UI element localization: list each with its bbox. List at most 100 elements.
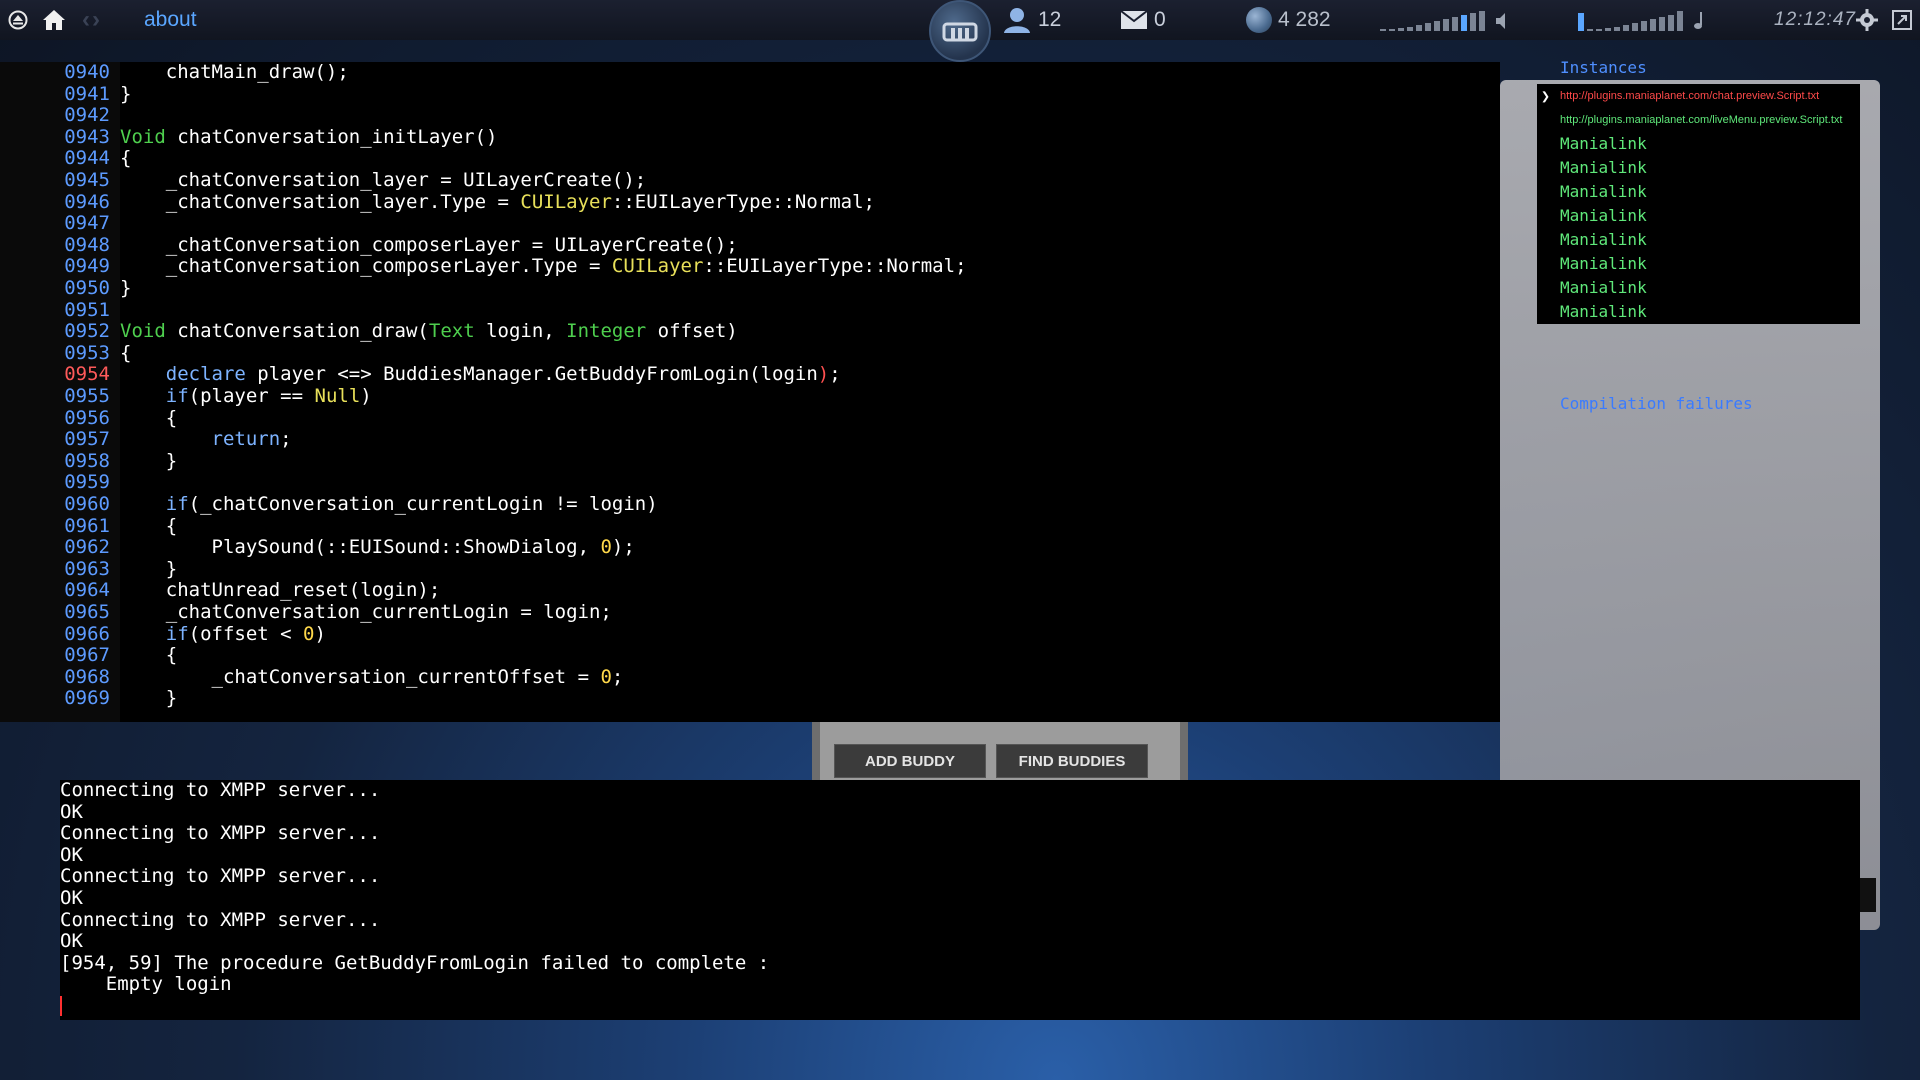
code-line[interactable]: 0968 _chatConversation_currentOffset = 0… [0,665,624,689]
code-line[interactable]: 0944 { [0,148,131,170]
keyword: if [165,385,189,407]
code-line[interactable]: 0954 declare player <=> BuddiesManager.G… [0,363,841,386]
code-line[interactable]: 0945 _chatConversation_layer = UILayerCr… [0,169,647,192]
code-token: } [120,82,132,105]
code-line[interactable]: 0960 if(_chatConversation_currentLogin !… [0,493,658,516]
line-number: 0952 [64,320,110,343]
planets-counter[interactable]: 4 282 [1246,0,1331,40]
code-token: _chatConversation_layer = UILayerCreate(… [120,169,647,191]
fullscreen-icon[interactable] [1892,0,1914,40]
add-buddy-button[interactable]: ADD BUDDY [834,744,986,778]
code-line[interactable]: 0961 { [0,515,177,538]
code-token: offset) [646,320,738,343]
console-line: OK [60,887,83,909]
code-line[interactable]: 0951 [0,299,120,322]
type-name: CUILayer [520,190,612,213]
line-number: 0957 [64,428,110,451]
instance-item[interactable]: ❯ http://plugins.maniaplanet.com/chat.pre… [1537,84,1860,108]
code-token: ; [611,665,624,688]
instance-item[interactable]: Manialink [1537,180,1860,204]
code-line[interactable]: 0947 [0,213,120,235]
gear-icon[interactable] [1856,0,1880,40]
code-line[interactable]: 0953 { [0,341,132,365]
code-line[interactable]: 0943 Void chatConversation_initLayer() [0,125,497,149]
instance-item[interactable]: http://plugins.maniaplanet.com/liveMenu.… [1537,108,1860,132]
code-line[interactable]: 0941} [0,82,131,106]
planet-icon [1246,7,1272,33]
code-line[interactable]: 0940 chatMain_draw(); [0,61,349,84]
instance-item[interactable]: Manialink [1537,300,1860,324]
code-token: { [120,341,132,364]
code-line[interactable]: 0942 [0,105,120,127]
maniaplanet-logo[interactable] [928,0,992,62]
back-forward-arrows[interactable]: ‹ › [82,0,102,40]
code-text: chatMain_draw(); [120,61,349,83]
code-line[interactable]: 0967 { [0,644,177,667]
buddies-counter[interactable]: 12 [1002,0,1061,40]
music-volume-icon[interactable] [1692,11,1708,31]
code-line[interactable]: 0955 if(player == Null) [0,385,371,408]
line-number: 0943 [64,125,110,148]
code-line[interactable]: 0948 _chatConversation_composerLayer = U… [0,233,738,257]
music-volume-slider[interactable] [1578,0,1708,40]
code-text: } [120,687,177,710]
instance-item[interactable]: Manialink [1537,228,1860,252]
code-line[interactable]: 0946 _chatConversation_layer.Type = CUIL… [0,190,875,214]
instance-label: http://plugins.maniaplanet.com/chat.prev… [1560,90,1820,102]
line-number: 0960 [64,493,110,515]
instance-item[interactable]: Manialink [1537,132,1860,156]
instance-item[interactable]: Manialink [1537,204,1860,228]
code-line[interactable]: 0956 { [0,407,177,430]
instances-list[interactable]: ❯ http://plugins.maniaplanet.com/chat.pre… [1537,84,1860,324]
keyword: return [211,428,281,451]
line-number: 0941 [64,82,110,105]
mail-counter[interactable]: 0 [1120,0,1166,40]
keyword: if [165,493,189,515]
code-text: } [120,83,131,105]
eject-icon[interactable] [8,0,30,40]
code-text: declare player <=> BuddiesManager.GetBud… [120,363,841,386]
script-editor[interactable]: 0940 chatMain_draw(); 0941} 0942 0943 Void c… [0,61,1500,722]
page-title[interactable]: about [144,0,197,40]
instance-label: Manialink [1560,254,1647,273]
code-line[interactable]: 0958 } [0,450,177,473]
code-line[interactable]: 0964 chatUnread_reset(login); [0,580,440,602]
code-line[interactable]: 0966 if(offset < 0) [0,623,326,646]
code-token: (_chatConversation_currentLogin != login… [188,493,658,515]
find-buddies-button[interactable]: FIND BUDDIES [996,744,1148,778]
line-number: 0950 [64,277,110,299]
keyword: Integer [566,320,647,343]
clock: 12:12:47 [1774,9,1856,30]
instance-label: Manialink [1560,134,1647,153]
instance-item[interactable]: Manialink [1537,156,1860,180]
home-icon[interactable] [42,0,68,40]
code-line[interactable]: 0957 return; [0,428,292,451]
code-line[interactable]: 0963 } [0,558,177,581]
code-line[interactable]: 0962 PlaySound(::EUISound::ShowDialog, 0… [0,536,635,559]
instance-label: Manialink [1560,230,1647,249]
volume-icon[interactable] [1494,11,1514,31]
code-line[interactable]: 0952 Void chatConversation_draw(Text logi… [0,320,738,343]
code-token: ; [280,428,292,451]
line-number: 0964 [64,579,110,602]
instance-item[interactable]: Manialink [1537,276,1860,300]
code-line[interactable]: 0950} [0,277,131,300]
back-arrow-icon[interactable]: ‹ [82,6,92,34]
output-console[interactable]: Connecting to XMPP server... OK Connecting… [60,779,1860,1020]
code-token: _chatConversation_composerLayer.Type = [120,255,612,278]
forward-arrow-icon[interactable]: › [92,6,102,34]
code-token: _chatConversation_composerLayer = UILaye… [120,233,738,256]
error-marker: ) [817,363,830,386]
code-line[interactable]: 0949 _chatConversation_composerLayer.Typ… [0,255,967,278]
instance-item[interactable]: Manialink [1537,252,1860,276]
code-line[interactable]: 0965 _chatConversation_currentLogin = lo… [0,601,612,624]
code-line[interactable]: 0969 } [0,688,177,710]
compilation-failures-link[interactable]: Compilation failures [1560,394,1753,413]
console-caret [60,996,62,1016]
sound-volume-slider[interactable] [1380,0,1514,40]
code-line[interactable]: 0959 [0,472,120,494]
code-token: ::EUILayerType::Normal; [703,255,967,278]
